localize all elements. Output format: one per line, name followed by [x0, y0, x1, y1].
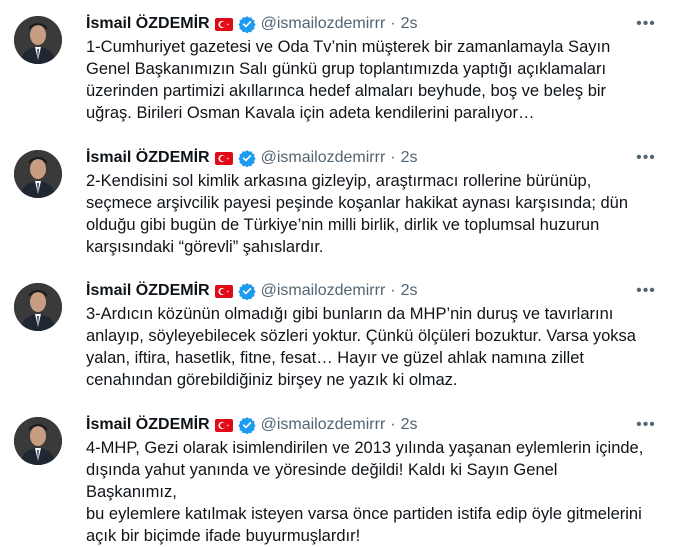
turkey-flag-icon: [214, 17, 233, 31]
separator-dot: ·: [390, 416, 396, 433]
separator-dot: ·: [390, 149, 396, 166]
tweet-header: İsmail ÖZDEMİR @ismailozdemirrr · 2s: [86, 281, 418, 301]
more-horizontal-icon[interactable]: •••: [636, 283, 655, 299]
verified-badge-icon: [237, 16, 256, 33]
avatar-image: [14, 16, 62, 64]
author-name[interactable]: İsmail ÖZDEMİR: [86, 149, 210, 167]
verified-badge-icon: [237, 417, 256, 434]
tweet-header: İsmail ÖZDEMİR @ismailozdemirrr · 2s: [86, 415, 418, 435]
avatar[interactable]: [14, 283, 62, 331]
tweet-1[interactable]: İsmail ÖZDEMİR @ismailozdemirrr · 2s •••…: [0, 14, 673, 134]
tweet-text: 2-Kendisini sol kimlik arkasına gizleyip…: [86, 172, 629, 256]
author-handle[interactable]: @ismailozdemirrr: [261, 416, 386, 434]
tweet-text: 3-Ardıcın közünün olmadığı gibi bunların…: [86, 305, 636, 389]
turkey-flag-icon: [214, 151, 233, 165]
author-name[interactable]: İsmail ÖZDEMİR: [86, 15, 210, 33]
verified-badge-icon: [237, 150, 256, 167]
more-horizontal-icon[interactable]: •••: [636, 150, 655, 166]
tweet-feed: İsmail ÖZDEMİR @ismailozdemirrr · 2s •••…: [0, 0, 673, 545]
author-handle[interactable]: @ismailozdemirrr: [261, 282, 386, 300]
author-handle[interactable]: @ismailozdemirrr: [261, 15, 386, 33]
separator-dot: ·: [390, 15, 396, 32]
avatar-image: [14, 150, 62, 198]
tweet-3[interactable]: İsmail ÖZDEMİR @ismailozdemirrr · 2s •••…: [0, 281, 673, 401]
tweet-timestamp[interactable]: 2s: [401, 416, 418, 434]
tweet-4[interactable]: İsmail ÖZDEMİR @ismailozdemirrr · 2s •••…: [0, 415, 673, 545]
author-name[interactable]: İsmail ÖZDEMİR: [86, 416, 210, 434]
tweet-header: İsmail ÖZDEMİR @ismailozdemirrr · 2s: [86, 148, 418, 168]
author-handle[interactable]: @ismailozdemirrr: [261, 149, 386, 167]
more-horizontal-icon[interactable]: •••: [636, 16, 655, 32]
avatar[interactable]: [14, 16, 62, 64]
tweet-header: İsmail ÖZDEMİR @ismailozdemirrr · 2s: [86, 14, 418, 34]
author-name[interactable]: İsmail ÖZDEMİR: [86, 282, 210, 300]
tweet-timestamp[interactable]: 2s: [401, 149, 418, 167]
verified-badge-icon: [237, 283, 256, 300]
tweet-2[interactable]: İsmail ÖZDEMİR @ismailozdemirrr · 2s •••…: [0, 148, 673, 268]
separator-dot: ·: [390, 282, 396, 299]
tweet-timestamp[interactable]: 2s: [401, 282, 418, 300]
tweet-text: 4-MHP, Gezi olarak isimlendirilen ve 201…: [86, 439, 644, 545]
tweet-text: 1-Cumhuriyet gazetesi ve Oda Tv’nin müşt…: [86, 38, 611, 122]
avatar[interactable]: [14, 150, 62, 198]
avatar-image: [14, 283, 62, 331]
more-horizontal-icon[interactable]: •••: [636, 417, 655, 433]
avatar[interactable]: [14, 417, 62, 465]
turkey-flag-icon: [214, 284, 233, 298]
turkey-flag-icon: [214, 418, 233, 432]
avatar-image: [14, 417, 62, 465]
tweet-timestamp[interactable]: 2s: [401, 15, 418, 33]
